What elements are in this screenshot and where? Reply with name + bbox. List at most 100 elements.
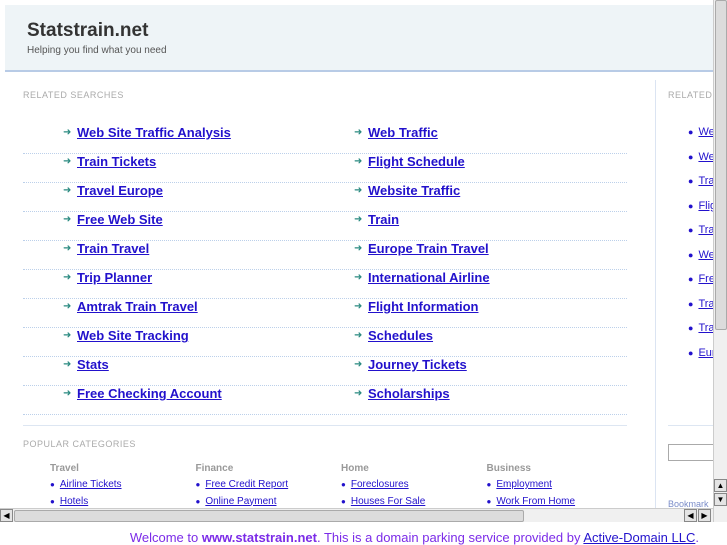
sidebar-link[interactable]: Train Travel [698, 322, 713, 334]
category-heading: Travel [50, 463, 79, 474]
active-domain-link[interactable]: Active-Domain LLC [583, 530, 695, 545]
sidebar-item: ● Flight Schedule [688, 200, 713, 212]
footer: Welcome to www.statstrain.net. This is a… [0, 530, 727, 545]
scroll-down-button[interactable]: ▼ [714, 493, 727, 506]
sidebar-item: ● Europe Train Travel [688, 347, 713, 359]
related-row: ➜ Free Checking Account ➜ Scholarships [23, 386, 627, 415]
related-link[interactable]: Train [368, 212, 399, 227]
bullet-icon: ● [688, 151, 694, 162]
sidebar-item: ● Web Site Traffic Analysis [688, 126, 713, 138]
related-link[interactable]: Free Checking Account [77, 386, 222, 401]
arrow-icon: ➜ [354, 214, 363, 225]
footer-text: . [695, 530, 699, 545]
vertical-scrollbar[interactable]: ▲ ▼ [713, 0, 727, 522]
arrow-icon: ➜ [63, 301, 72, 312]
horizontal-scroll-thumb[interactable] [14, 510, 524, 522]
related-link[interactable]: Stats [77, 357, 109, 372]
sidebar-item: ● Free Web Site [688, 273, 713, 285]
arrow-icon: ➜ [63, 359, 72, 370]
arrow-icon: ➜ [63, 214, 72, 225]
search-input[interactable] [668, 444, 713, 461]
bullet-icon: ● [688, 323, 694, 333]
related-row: ➜ Web Site Tracking ➜ Schedules [23, 328, 627, 357]
bookmark-link[interactable]: Bookmark [668, 499, 709, 508]
bullet-icon: ● [50, 480, 55, 489]
related-link[interactable]: Travel Europe [77, 183, 163, 198]
related-link[interactable]: Scholarships [368, 386, 450, 401]
related-link[interactable]: Train Tickets [77, 154, 156, 169]
bullet-icon: ● [341, 480, 346, 489]
sidebar-item: ● Travel Europe [688, 224, 713, 236]
related-row: ➜ Amtrak Train Travel ➜ Flight Information [23, 299, 627, 328]
footer-domain: www.statstrain.net [201, 530, 317, 545]
related-link[interactable]: Train Travel [77, 241, 149, 256]
bullet-icon: ● [688, 298, 694, 309]
arrow-icon: ➜ [354, 185, 363, 196]
category-link[interactable]: Employment [496, 479, 552, 490]
related-link[interactable]: Website Traffic [368, 183, 460, 198]
related-link[interactable]: Journey Tickets [368, 357, 467, 372]
sidebar-item: ● Train [688, 298, 713, 310]
related-row: ➜ Web Site Traffic Analysis ➜ Web Traffic [23, 125, 627, 154]
divider [23, 425, 627, 426]
arrow-icon: ➜ [354, 330, 363, 341]
related-row: ➜ Train Tickets ➜ Flight Schedule [23, 154, 627, 183]
sidebar-link[interactable]: Train [698, 298, 713, 310]
related-link[interactable]: Web Site Tracking [77, 328, 189, 343]
related-link[interactable]: Amtrak Train Travel [77, 299, 198, 314]
site-title: Statstrain.net [27, 20, 149, 41]
category-item: ● Airline Tickets [50, 479, 122, 490]
category-link[interactable]: Airline Tickets [60, 479, 122, 490]
related-link[interactable]: Flight Schedule [368, 154, 465, 169]
bullet-icon: ● [486, 496, 492, 506]
sidebar-link[interactable]: Free Web Site [698, 273, 713, 285]
scroll-left-button-end[interactable]: ◀ [684, 509, 697, 522]
category-link[interactable]: Work From Home [496, 496, 575, 507]
related-link[interactable]: Web Traffic [368, 125, 438, 140]
related-link[interactable]: Europe Train Travel [368, 241, 489, 256]
scroll-up-button[interactable]: ▲ [714, 479, 727, 492]
arrow-icon: ➜ [63, 388, 72, 399]
bullet-icon: ● [195, 496, 201, 506]
scroll-right-button[interactable]: ▶ [698, 509, 711, 522]
sidebar-link[interactable]: Travel Europe [698, 224, 713, 236]
category-item: ● Work From Home [487, 496, 576, 507]
scroll-left-button[interactable]: ◀ [0, 509, 13, 522]
category-heading: Home [341, 463, 369, 474]
bullet-icon: ● [195, 480, 201, 489]
related-link[interactable]: Schedules [368, 328, 433, 343]
category-link[interactable]: Free Credit Report [205, 479, 288, 490]
vertical-scroll-thumb[interactable] [715, 0, 727, 330]
horizontal-scrollbar[interactable]: ◀ ◀ ▶ [0, 508, 713, 522]
related-link[interactable]: Web Site Traffic Analysis [77, 125, 231, 140]
divider [655, 80, 656, 508]
bullet-icon: ● [50, 496, 55, 506]
bullet-icon: ● [688, 127, 694, 137]
category-link[interactable]: Online Payment [205, 496, 276, 507]
sidebar-link[interactable]: Flight Schedule [698, 200, 713, 212]
category-link[interactable]: Houses For Sale [351, 496, 425, 507]
related-searches-heading: RELATED SEARCHES [23, 90, 124, 100]
popular-categories-heading: POPULAR CATEGORIES [23, 439, 136, 449]
sidebar-link[interactable]: Website Traffic [698, 249, 713, 261]
related-link[interactable]: Trip Planner [77, 270, 152, 285]
bullet-icon: ● [688, 347, 694, 358]
related-link[interactable]: International Airline [368, 270, 490, 285]
sidebar-link[interactable]: Web Site Traffic Analysis [698, 126, 713, 138]
sidebar-link[interactable]: Train Tickets [698, 175, 713, 187]
arrow-icon: ➜ [354, 243, 363, 254]
category-item: ● Houses For Sale [341, 496, 425, 507]
sidebar-item: ● Train Tickets [688, 175, 713, 187]
related-row: ➜ Stats ➜ Journey Tickets [23, 357, 627, 386]
arrow-icon: ➜ [63, 127, 72, 138]
category-link[interactable]: Foreclosures [351, 479, 409, 490]
bullet-icon: ● [688, 176, 694, 186]
category-item: ● Hotels [50, 496, 88, 507]
category-item: ● Employment [487, 479, 552, 490]
sidebar-link[interactable]: Europe Train Travel [698, 347, 713, 359]
sidebar-link[interactable]: Web Traffic [698, 151, 713, 163]
arrow-icon: ➜ [354, 156, 363, 167]
category-link[interactable]: Hotels [60, 496, 88, 507]
related-link[interactable]: Free Web Site [77, 212, 163, 227]
related-link[interactable]: Flight Information [368, 299, 478, 314]
